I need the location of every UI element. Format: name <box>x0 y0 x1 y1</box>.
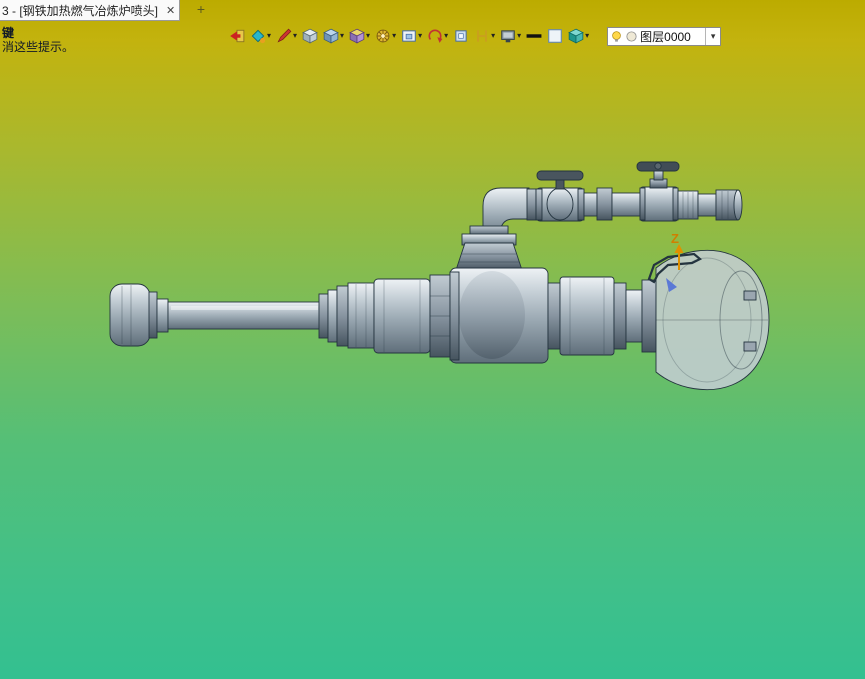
view-wheel-icon <box>376 29 390 43</box>
tee-body <box>449 267 549 364</box>
material-cube-icon <box>568 28 584 44</box>
exit-button[interactable] <box>228 27 246 45</box>
render-style-button[interactable]: ▾ <box>249 27 272 45</box>
grid-button[interactable]: ▾ <box>473 27 496 45</box>
display-mode-cube-icon <box>323 28 339 44</box>
layer-combo[interactable]: 图层0000 ▾ <box>607 26 722 46</box>
chevron-down-icon[interactable]: ▾ <box>340 32 344 40</box>
layer-sphere-icon <box>626 30 637 42</box>
axis-z-label: Z <box>671 231 679 246</box>
chevron-down-icon[interactable]: ▾ <box>293 32 297 40</box>
sketch-button[interactable]: ▾ <box>275 27 298 45</box>
chevron-down-icon[interactable]: ▾ <box>517 32 521 40</box>
orient-arrow-icon <box>428 29 443 43</box>
zoom-window-button[interactable]: ▾ <box>400 27 423 45</box>
view-toolbar: ▾ ▾ ▾ ▾ ▾ ▾ ▾ ▾ ▾ ▾ 图层0000 ▾ <box>228 25 722 47</box>
screen-display-icon <box>501 30 515 43</box>
ball-valve <box>535 170 585 222</box>
chevron-down-icon[interactable]: ▾ <box>585 32 589 40</box>
layer-dropdown-arrow[interactable]: ▾ <box>705 27 720 45</box>
chevron-down-icon[interactable]: ▾ <box>491 32 495 40</box>
zoom-window-icon <box>402 30 416 42</box>
exit-icon <box>230 29 245 43</box>
chevron-down-icon[interactable]: ▾ <box>444 32 448 40</box>
nozzle-inlet-group <box>109 283 169 347</box>
supply-pipe <box>167 301 321 330</box>
display-mode-button[interactable]: ▾ <box>322 27 345 45</box>
hint-line-1: 键 <box>2 26 15 40</box>
sketch-pencil-icon <box>277 28 292 43</box>
new-tab-button[interactable]: + <box>193 2 209 18</box>
3d-viewport[interactable]: Z <box>0 0 865 679</box>
chevron-down-icon[interactable]: ▾ <box>267 32 271 40</box>
render-style-icon <box>251 29 266 44</box>
chevron-down-icon[interactable]: ▾ <box>418 32 422 40</box>
tab-close-icon[interactable]: ✕ <box>164 4 177 17</box>
layer-bulb-icon <box>612 30 621 42</box>
view-wheel-button[interactable]: ▾ <box>374 27 397 45</box>
shade-cube-icon <box>349 28 365 44</box>
background-swatch-icon <box>548 29 562 43</box>
model-canvas: Z <box>109 161 770 391</box>
chevron-down-icon[interactable]: ▾ <box>366 32 370 40</box>
layer-name: 图层0000 <box>640 29 691 44</box>
orient-button[interactable]: ▾ <box>426 27 449 45</box>
plane-icon <box>455 30 467 42</box>
view-cube-button[interactable] <box>301 27 319 45</box>
material-button[interactable]: ▾ <box>567 27 590 45</box>
background-button[interactable] <box>546 27 564 45</box>
document-tab[interactable]: 3 - [钢铁加热燃气冶炼炉喷头] ✕ <box>0 0 180 21</box>
burner-head-group <box>647 249 770 391</box>
outlet-coupling-group <box>547 276 657 356</box>
plane-button[interactable] <box>452 27 470 45</box>
chevron-down-icon[interactable]: ▾ <box>392 32 396 40</box>
shade-cube-button[interactable]: ▾ <box>348 27 371 45</box>
line-width-icon <box>526 34 542 38</box>
grid-ruler-icon <box>477 30 488 42</box>
hint-text: 键 消这些提示。 <box>2 26 74 54</box>
tab-title: 3 - [钢铁加热燃气冶炼炉喷头] <box>2 3 159 18</box>
hint-line-2: 消这些提示。 <box>2 40 75 54</box>
view-cube-icon <box>302 28 318 44</box>
needle-valve <box>636 161 680 222</box>
line-width-button[interactable] <box>525 27 543 45</box>
coupling-set <box>318 274 451 358</box>
screen-display-button[interactable]: ▾ <box>499 27 522 45</box>
